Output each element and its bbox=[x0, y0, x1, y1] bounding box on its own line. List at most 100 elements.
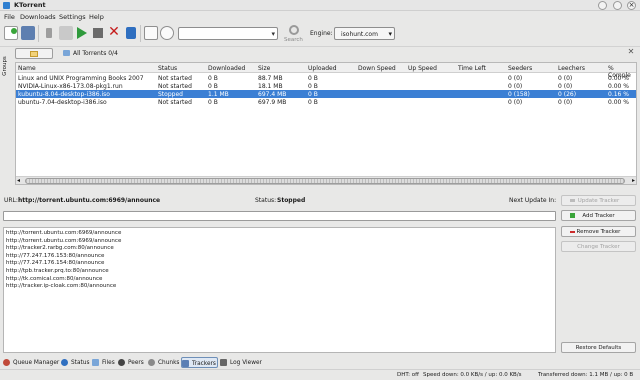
files-icon bbox=[92, 359, 99, 366]
next-update-label: Next Update In: bbox=[509, 197, 557, 204]
tab-trackers[interactable]: Trackers bbox=[181, 357, 218, 368]
list-item[interactable]: http://tracker2.rarbg.com:80/announce bbox=[6, 245, 114, 251]
ktorrent-app-icon bbox=[3, 2, 10, 9]
search-input[interactable]: ▾ bbox=[178, 27, 278, 40]
tab-peers[interactable]: Peers bbox=[118, 357, 146, 368]
status-label: Status: bbox=[255, 197, 277, 204]
tab-log-viewer[interactable]: Log Viewer bbox=[220, 357, 266, 368]
close-tab-icon[interactable]: ✕ bbox=[626, 47, 636, 57]
table-cell: Linux and UNIX Programming Books 2007 bbox=[18, 74, 144, 82]
start-icon[interactable] bbox=[74, 26, 88, 40]
col-size[interactable]: Size bbox=[258, 65, 270, 72]
groups-label: Groups bbox=[2, 56, 8, 76]
list-item[interactable]: http://tpb.tracker.prq.to:80/announce bbox=[6, 268, 109, 274]
tab-chunks[interactable]: Chunks bbox=[148, 357, 180, 368]
engine-value: isohunt.com bbox=[341, 31, 378, 38]
transferred-status: Transferred down: 1.1 MB / up: 0 B bbox=[538, 372, 634, 378]
new-view-button[interactable] bbox=[15, 48, 53, 59]
engine-label: Engine: bbox=[310, 30, 333, 37]
url-label: URL: bbox=[4, 197, 18, 204]
tab-chunks-label: Chunks bbox=[158, 359, 180, 366]
menu-help[interactable]: Help bbox=[89, 13, 104, 21]
engine-select[interactable]: isohunt.com ▾ bbox=[334, 27, 395, 40]
col-downloaded[interactable]: Downloaded bbox=[208, 65, 245, 72]
col-time-left[interactable]: Time Left bbox=[458, 65, 486, 72]
tracker-url-input[interactable] bbox=[3, 211, 556, 221]
queue-manager-icon[interactable] bbox=[144, 26, 158, 40]
delete-icon[interactable]: ✕ bbox=[107, 25, 121, 40]
scroll-left-icon[interactable]: ◂ bbox=[17, 177, 20, 184]
table-cell: 0 B bbox=[308, 90, 318, 98]
col-uploaded[interactable]: Uploaded bbox=[308, 65, 337, 72]
search-button[interactable]: Search bbox=[283, 25, 305, 45]
table-cell: 0.00 % bbox=[608, 82, 629, 90]
table-cell: 697.4 MB bbox=[258, 90, 287, 98]
splitter-handle[interactable] bbox=[15, 188, 637, 192]
list-item[interactable]: http://77.247.176.154:80/announce bbox=[6, 260, 104, 266]
folder-icon bbox=[30, 51, 38, 57]
add-tracker-button[interactable]: Add Tracker bbox=[561, 210, 636, 221]
update-tracker-button[interactable]: Update Tracker bbox=[561, 195, 636, 206]
table-row[interactable]: ubuntu-7.04-desktop-i386.iso Not started 0… bbox=[16, 98, 636, 106]
remove-tracker-button[interactable]: Remove Tracker bbox=[561, 226, 636, 237]
queue-icon[interactable] bbox=[59, 26, 73, 40]
groups-sidebar-tab[interactable]: Groups bbox=[0, 47, 10, 102]
chevron-down-icon: ▾ bbox=[271, 30, 275, 38]
table-cell: 0 B bbox=[208, 74, 218, 82]
change-tracker-button[interactable]: Change Tracker bbox=[561, 241, 636, 252]
col-down-speed[interactable]: Down Speed bbox=[358, 65, 396, 72]
table-row[interactable]: Linux and UNIX Programming Books 2007 Not… bbox=[16, 74, 636, 82]
col-leechers[interactable]: Leechers bbox=[558, 65, 585, 72]
table-row[interactable]: NVIDIA-Linux-x86-173.08-pkg1.run Not star… bbox=[16, 82, 636, 90]
horizontal-scrollbar[interactable]: ◂ ▸ bbox=[16, 176, 636, 184]
remove-icon bbox=[570, 231, 575, 233]
restore-defaults-button[interactable]: Restore Defaults bbox=[561, 342, 636, 353]
tab-log-viewer-label: Log Viewer bbox=[230, 359, 262, 366]
new-torrent-icon[interactable] bbox=[4, 26, 18, 40]
menu-bar: File Downloads Settings Help bbox=[0, 11, 640, 21]
table-cell: 697.9 MB bbox=[258, 98, 287, 106]
minimize-button[interactable] bbox=[598, 1, 607, 10]
tracker-list[interactable]: http://torrent.ubuntu.com:6969/announce h… bbox=[3, 227, 556, 353]
col-name[interactable]: Name bbox=[18, 65, 36, 72]
stop-icon[interactable] bbox=[91, 26, 105, 40]
torrent-table: Name Status Downloaded Size Uploaded Dow… bbox=[15, 62, 637, 185]
table-cell: 0 B bbox=[208, 82, 218, 90]
tab-files[interactable]: Files bbox=[92, 357, 116, 368]
remove-tracker-label: Remove Tracker bbox=[576, 229, 621, 235]
menu-file[interactable]: File bbox=[4, 13, 15, 21]
table-row[interactable]: kubuntu-8.04-desktop-i386.iso Stopped 1.1 … bbox=[16, 90, 636, 98]
table-cell: Not started bbox=[158, 98, 192, 106]
remove-torrent-icon[interactable] bbox=[42, 26, 56, 40]
chunks-icon bbox=[148, 359, 155, 366]
open-torrent-icon[interactable] bbox=[21, 26, 35, 40]
menu-downloads[interactable]: Downloads bbox=[20, 13, 56, 21]
pause-icon[interactable] bbox=[160, 26, 174, 40]
table-cell: ubuntu-7.04-desktop-i386.iso bbox=[18, 98, 107, 106]
col-up-speed[interactable]: Up Speed bbox=[408, 65, 437, 72]
list-item[interactable]: http://77.247.176.153:80/announce bbox=[6, 253, 104, 259]
menu-settings[interactable]: Settings bbox=[59, 13, 86, 21]
scrollbar-thumb[interactable] bbox=[25, 178, 625, 184]
scroll-right-icon[interactable]: ▸ bbox=[632, 177, 635, 184]
list-item[interactable]: http://tk.comical.com:80/announce bbox=[6, 276, 102, 282]
list-item[interactable]: http://tracker.ip-cloak.com:80/announce bbox=[6, 283, 116, 289]
window-title: KTorrent bbox=[14, 1, 46, 9]
col-status[interactable]: Status bbox=[158, 65, 177, 72]
maximize-button[interactable] bbox=[613, 1, 622, 10]
update-tracker-label: Update Tracker bbox=[577, 198, 620, 204]
table-cell: 88.7 MB bbox=[258, 74, 283, 82]
table-cell: 0 (0) bbox=[508, 98, 523, 106]
table-cell: 0 B bbox=[208, 98, 218, 106]
close-window-button[interactable]: × bbox=[627, 1, 636, 10]
list-item[interactable]: http://torrent.ubuntu.com:6969/announce bbox=[6, 230, 121, 236]
add-tracker-label: Add Tracker bbox=[582, 213, 615, 219]
col-seeders[interactable]: Seeders bbox=[508, 65, 532, 72]
torrent-app-icon[interactable] bbox=[124, 26, 138, 40]
tab-status[interactable]: Status bbox=[61, 357, 91, 368]
table-cell: 1.1 MB bbox=[208, 90, 229, 98]
trackers-icon bbox=[182, 360, 189, 367]
tab-queue-manager[interactable]: Queue Manager bbox=[3, 357, 59, 368]
tab-all-torrents[interactable]: All Torrents 0/4 bbox=[61, 48, 125, 60]
list-item[interactable]: http://torrent.ubuntu.com:6969/announce bbox=[6, 238, 121, 244]
